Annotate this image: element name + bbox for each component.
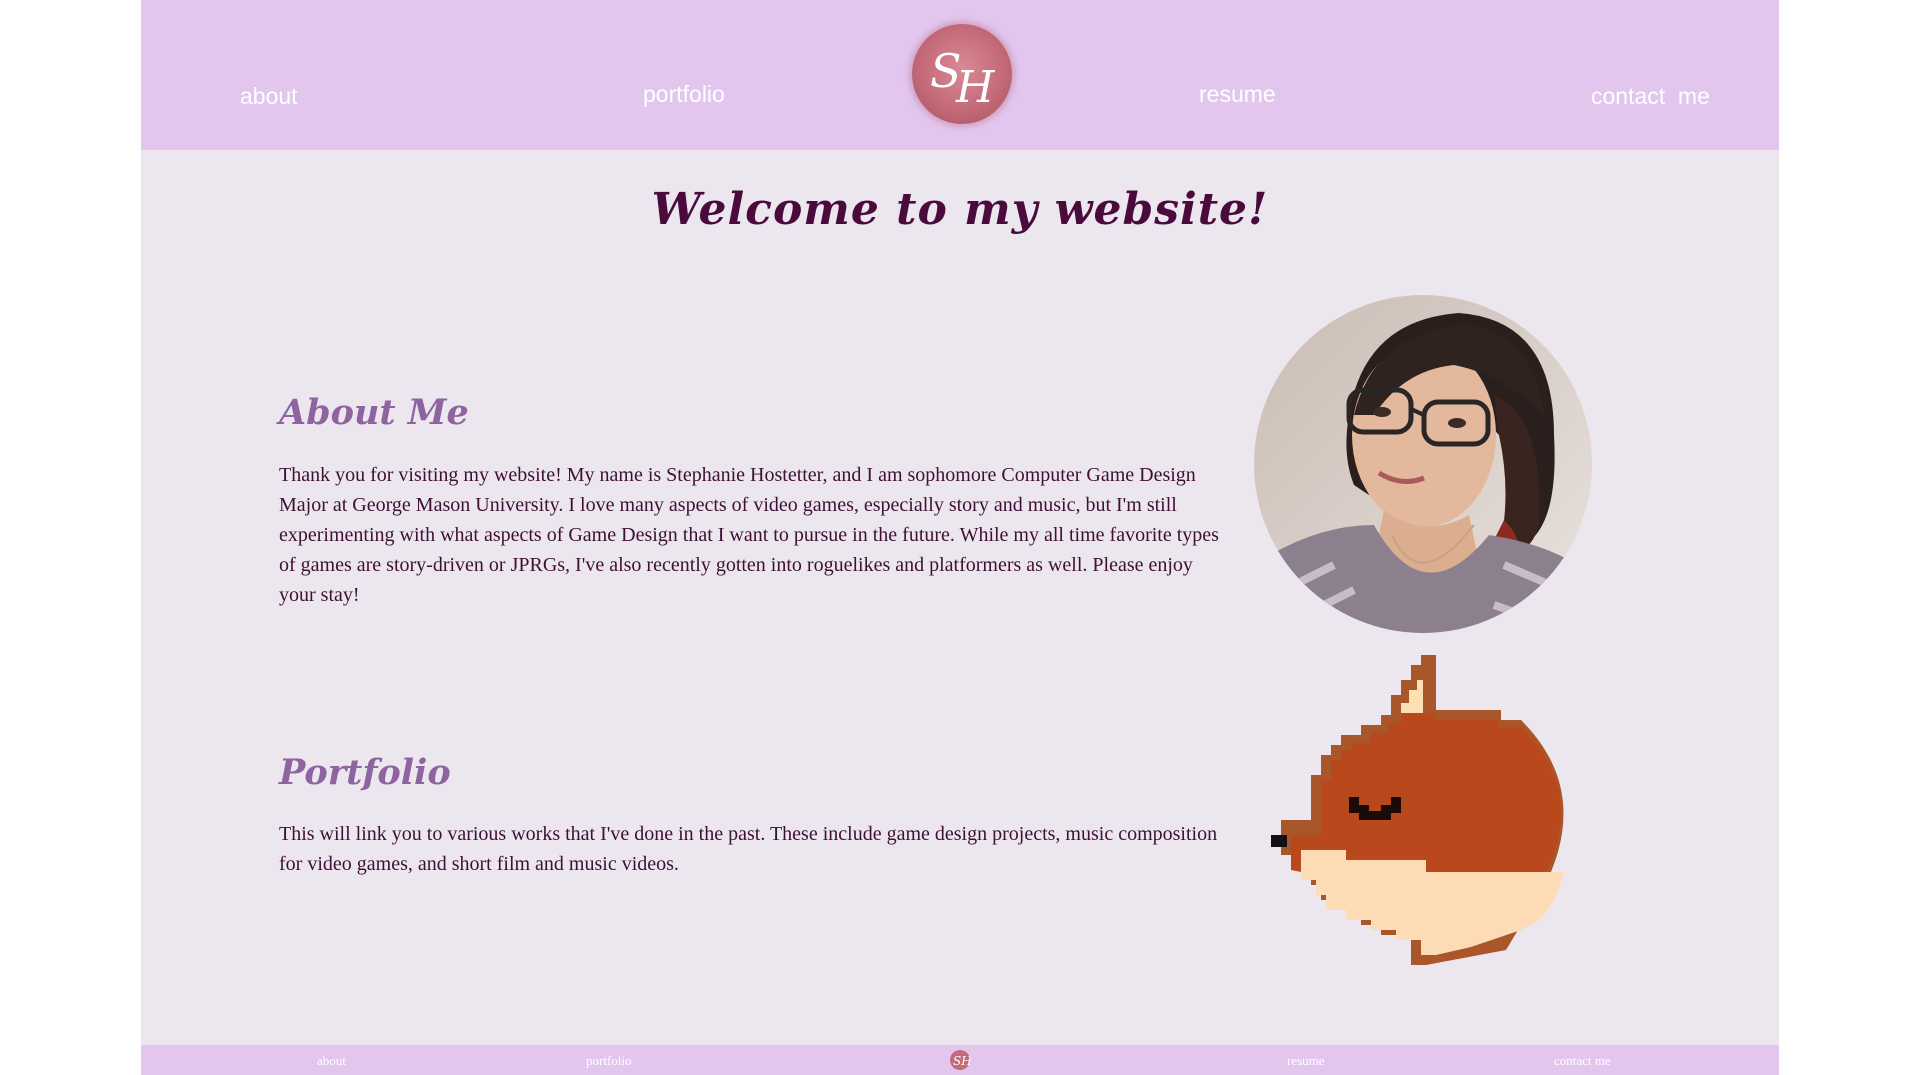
footer-about-link[interactable]: about [317, 1053, 346, 1069]
logo-icon[interactable]: S H [912, 24, 1012, 124]
header: about portfolio S H resume contact me [141, 0, 1779, 150]
profile-photo [1254, 295, 1592, 633]
about-heading: About Me [279, 392, 469, 433]
page-title: Welcome to my website! [651, 184, 1269, 235]
footer-contact-link[interactable]: contact me [1554, 1053, 1611, 1069]
portfolio-text: This will link you to various works that… [279, 823, 1218, 875]
footer-resume-link[interactable]: resume [1287, 1053, 1325, 1069]
footer-portfolio-link[interactable]: portfolio [586, 1053, 632, 1069]
nav-about-link[interactable]: about [240, 83, 298, 110]
nav-portfolio-link[interactable]: portfolio [643, 81, 725, 108]
portfolio-heading: Portfolio [279, 752, 451, 793]
nav-resume-link[interactable]: resume [1199, 81, 1276, 108]
footer: about portfolio SH resume contact me [141, 1045, 1779, 1075]
footer-logo-text: SH [953, 1054, 970, 1068]
about-text: Thank you for visiting my website! My na… [279, 464, 1219, 606]
footer-logo-icon[interactable]: SH [950, 1050, 972, 1070]
nav-contact-link[interactable]: contact me [1591, 83, 1710, 110]
logo-letter-h: H [955, 62, 996, 113]
page: about portfolio S H resume contact me We… [141, 0, 1779, 1075]
pixel-fox-illustration[interactable] [1271, 655, 1601, 995]
